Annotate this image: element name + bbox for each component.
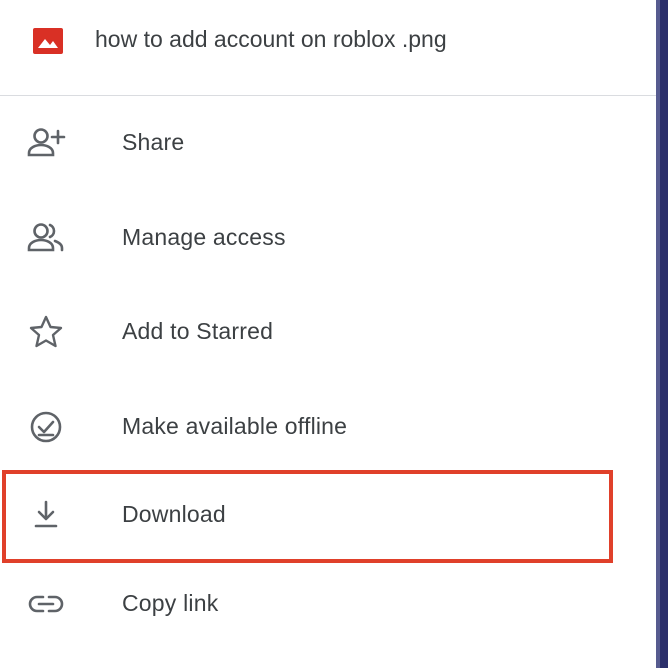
file-header: how to add account on roblox .png <box>0 0 656 96</box>
offline-check-icon <box>30 411 62 443</box>
right-edge-border <box>656 0 668 668</box>
link-icon <box>28 595 64 613</box>
menu-item-label: Copy link <box>122 590 219 616</box>
menu-item-label: Download <box>122 501 226 527</box>
image-file-icon <box>33 28 63 54</box>
person-add-icon <box>27 128 66 157</box>
menu-item-copy-link[interactable]: Copy link <box>0 558 656 650</box>
star-outline-icon <box>29 315 63 348</box>
menu-item-make-available-offline[interactable]: Make available offline <box>0 381 656 473</box>
menu-item-download[interactable]: Download <box>0 469 656 561</box>
menu-item-label: Add to Starred <box>122 318 274 344</box>
menu-item-label: Manage access <box>122 224 286 250</box>
file-name: how to add account on roblox .png <box>95 26 447 52</box>
people-icon <box>27 223 64 252</box>
download-icon <box>34 500 58 528</box>
file-actions-sheet: how to add account on roblox .png Share … <box>0 0 668 668</box>
menu-item-label: Share <box>122 129 185 155</box>
menu-item-share[interactable]: Share <box>0 97 656 189</box>
menu-item-add-to-starred[interactable]: Add to Starred <box>0 286 656 378</box>
menu-item-label: Make available offline <box>122 413 348 439</box>
menu-item-manage-access[interactable]: Manage access <box>0 192 656 284</box>
